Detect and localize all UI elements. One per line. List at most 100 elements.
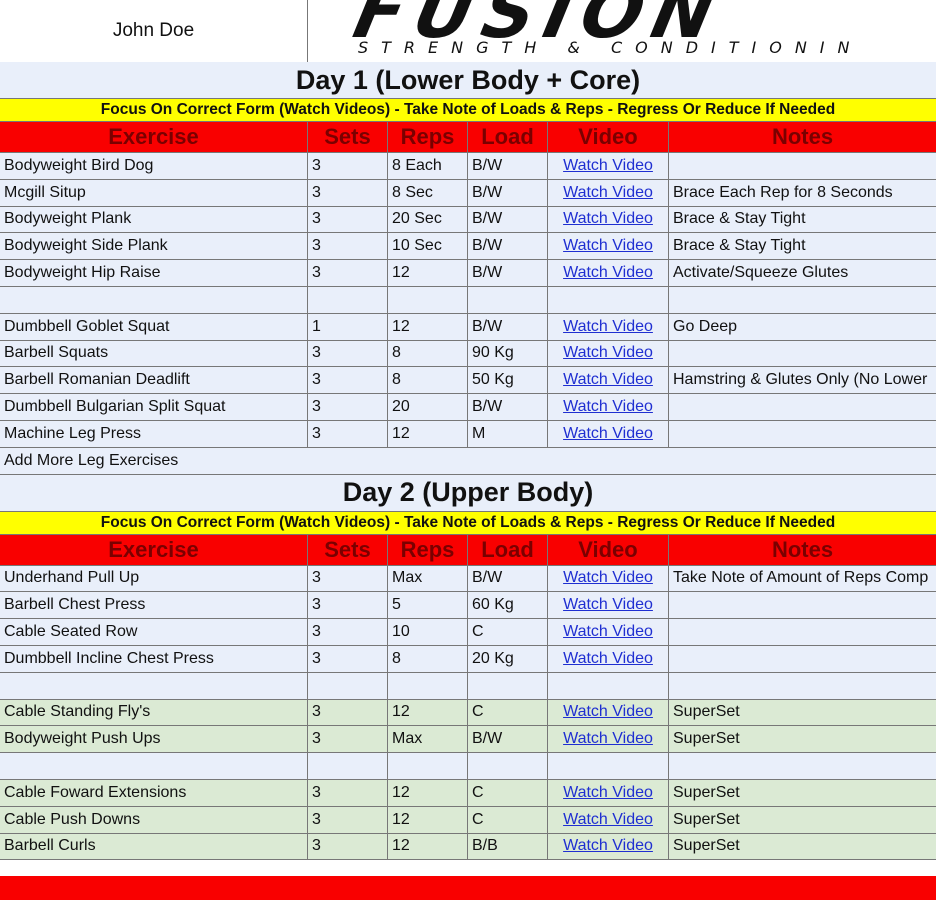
load-cell[interactable]: B/W: [468, 726, 548, 753]
reps-cell[interactable]: 8 Sec: [388, 179, 468, 206]
load-cell[interactable]: B/W: [468, 260, 548, 286]
load-cell[interactable]: B/W: [468, 153, 548, 179]
video-cell[interactable]: Watch Video: [548, 313, 669, 340]
watch-video-link[interactable]: Watch Video: [563, 623, 653, 641]
load-cell[interactable]: B/W: [468, 313, 548, 340]
video-cell[interactable]: Watch Video: [548, 780, 669, 806]
watch-video-link[interactable]: Watch Video: [563, 318, 653, 336]
exercise-cell[interactable]: [0, 672, 308, 699]
exercise-cell[interactable]: Bodyweight Side Plank: [0, 233, 308, 260]
reps-cell[interactable]: [388, 287, 468, 313]
exercise-cell[interactable]: Machine Leg Press: [0, 421, 308, 447]
reps-cell[interactable]: [388, 672, 468, 699]
reps-cell[interactable]: 8: [388, 367, 468, 394]
sets-cell[interactable]: 3: [308, 833, 388, 860]
load-cell[interactable]: B/W: [468, 233, 548, 260]
exercise-cell[interactable]: Cable Standing Fly's: [0, 699, 308, 726]
reps-cell[interactable]: [388, 753, 468, 779]
notes-cell[interactable]: Brace & Stay Tight: [669, 207, 936, 233]
reps-cell[interactable]: 8 Each: [388, 153, 468, 179]
reps-cell[interactable]: 12: [388, 421, 468, 447]
exercise-cell[interactable]: Mcgill Situp: [0, 179, 308, 206]
exercise-cell[interactable]: Underhand Pull Up: [0, 565, 308, 592]
column-header-sets[interactable]: Sets: [308, 122, 388, 152]
exercise-cell[interactable]: Barbell Chest Press: [0, 592, 308, 619]
load-cell[interactable]: B/W: [468, 565, 548, 592]
sets-cell[interactable]: 3: [308, 806, 388, 833]
video-cell[interactable]: Watch Video: [548, 260, 669, 286]
sets-cell[interactable]: 3: [308, 340, 388, 367]
reps-cell[interactable]: Max: [388, 565, 468, 592]
video-cell[interactable]: Watch Video: [548, 233, 669, 260]
load-cell[interactable]: [468, 672, 548, 699]
column-header-load[interactable]: Load: [468, 122, 548, 152]
notes-cell[interactable]: SuperSet: [669, 780, 936, 806]
sets-cell[interactable]: 3: [308, 179, 388, 206]
exercise-cell[interactable]: Dumbbell Incline Chest Press: [0, 646, 308, 672]
column-header-exercise[interactable]: Exercise: [0, 534, 308, 565]
sets-cell[interactable]: [308, 753, 388, 779]
reps-cell[interactable]: 5: [388, 592, 468, 619]
sets-cell[interactable]: 3: [308, 726, 388, 753]
reps-cell[interactable]: 20 Sec: [388, 206, 468, 233]
exercise-cell[interactable]: Dumbbell Goblet Squat: [0, 313, 308, 340]
sets-cell[interactable]: 3: [308, 153, 388, 179]
video-cell[interactable]: Watch Video: [548, 421, 669, 447]
exercise-cell[interactable]: Barbell Romanian Deadlift: [0, 367, 308, 394]
reps-cell[interactable]: 12: [388, 806, 468, 833]
reps-cell[interactable]: 8: [388, 646, 468, 672]
exercise-cell[interactable]: Bodyweight Push Ups: [0, 726, 308, 753]
notes-cell[interactable]: [669, 287, 936, 313]
notes-cell[interactable]: SuperSet: [669, 700, 936, 726]
column-header-video[interactable]: Video: [548, 122, 669, 152]
notes-cell[interactable]: [669, 619, 936, 645]
sets-cell[interactable]: 3: [308, 394, 388, 420]
reps-cell[interactable]: 12: [388, 780, 468, 806]
video-cell[interactable]: Watch Video: [548, 340, 669, 367]
video-cell[interactable]: Watch Video: [548, 619, 669, 645]
sets-cell[interactable]: 3: [308, 233, 388, 260]
notes-cell[interactable]: [669, 646, 936, 672]
load-cell[interactable]: B/W: [468, 206, 548, 233]
client-name[interactable]: John Doe: [0, 0, 308, 62]
load-cell[interactable]: 50 Kg: [468, 367, 548, 394]
sets-cell[interactable]: [308, 287, 388, 313]
sets-cell[interactable]: 3: [308, 619, 388, 645]
notes-cell[interactable]: Activate/Squeeze Glutes: [669, 260, 936, 286]
reps-cell[interactable]: Max: [388, 726, 468, 753]
watch-video-link[interactable]: Watch Video: [563, 237, 653, 255]
watch-video-link[interactable]: Watch Video: [563, 398, 653, 416]
notes-cell[interactable]: [669, 394, 936, 420]
exercise-cell[interactable]: Bodyweight Bird Dog: [0, 153, 308, 179]
sets-cell[interactable]: 3: [308, 206, 388, 233]
exercise-cell[interactable]: Dumbbell Bulgarian Split Squat: [0, 394, 308, 420]
video-cell[interactable]: Watch Video: [548, 592, 669, 619]
sets-cell[interactable]: 3: [308, 260, 388, 286]
exercise-cell[interactable]: [0, 287, 308, 313]
video-cell[interactable]: Watch Video: [548, 833, 669, 860]
load-cell[interactable]: C: [468, 699, 548, 726]
exercise-cell[interactable]: Barbell Squats: [0, 340, 308, 367]
notes-cell[interactable]: SuperSet: [669, 834, 936, 860]
sets-cell[interactable]: 3: [308, 699, 388, 726]
watch-video-link[interactable]: Watch Video: [563, 784, 653, 802]
video-cell[interactable]: Watch Video: [548, 646, 669, 672]
load-cell[interactable]: M: [468, 421, 548, 447]
watch-video-link[interactable]: Watch Video: [563, 650, 653, 668]
watch-video-link[interactable]: Watch Video: [563, 264, 653, 282]
watch-video-link[interactable]: Watch Video: [563, 210, 653, 228]
load-cell[interactable]: 90 Kg: [468, 340, 548, 367]
reps-cell[interactable]: 12: [388, 313, 468, 340]
reps-cell[interactable]: 8: [388, 340, 468, 367]
column-header-notes[interactable]: Notes: [669, 535, 936, 565]
sets-cell[interactable]: 3: [308, 780, 388, 806]
exercise-cell[interactable]: Bodyweight Hip Raise: [0, 260, 308, 286]
sets-cell[interactable]: 3: [308, 367, 388, 394]
load-cell[interactable]: 60 Kg: [468, 592, 548, 619]
reps-cell[interactable]: 20: [388, 394, 468, 420]
video-cell[interactable]: [548, 753, 669, 779]
notes-cell[interactable]: [669, 592, 936, 618]
load-cell[interactable]: C: [468, 806, 548, 833]
reps-cell[interactable]: 12: [388, 260, 468, 286]
watch-video-link[interactable]: Watch Video: [563, 837, 653, 855]
